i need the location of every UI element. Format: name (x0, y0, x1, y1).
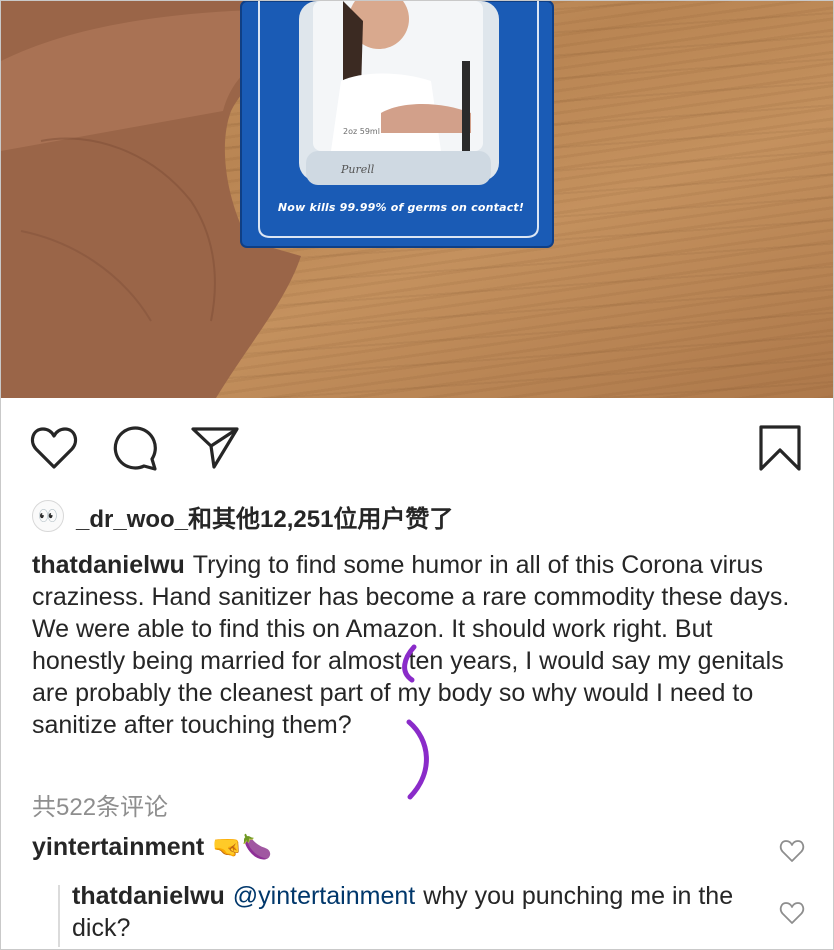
package-caption: Now kills 99.99% of germs on contact! (277, 201, 525, 214)
caption-username[interactable]: thatdanielwu (32, 551, 185, 579)
svg-text:Purell: Purell (340, 163, 375, 176)
post-photo[interactable]: Purell 2oz 59ml Now kills 99.99% of germ… (1, 1, 833, 398)
liker-avatar[interactable]: 👀 (32, 500, 64, 532)
comment-bubble-icon[interactable] (111, 426, 159, 472)
reply-username[interactable]: thatdanielwu (72, 882, 225, 910)
bookmark-icon[interactable] (758, 424, 802, 472)
view-all-comments-link[interactable]: 共522条评论 (32, 787, 168, 822)
paper-plane-icon[interactable] (190, 426, 240, 470)
small-heart-icon[interactable] (779, 839, 805, 868)
likes-summary[interactable]: 👀 _dr_woo_和其他12,251位用户赞了 (32, 499, 453, 534)
reply-mention[interactable]: @yintertainment (233, 882, 415, 910)
post-action-bar (0, 398, 834, 488)
bottle-size-label: 2oz 59ml (343, 127, 380, 136)
post-caption: thatdanielwu Trying to find some humor in… (32, 549, 802, 741)
likes-text[interactable]: _dr_woo_和其他12,251位用户赞了 (76, 499, 453, 534)
heart-icon[interactable] (30, 426, 78, 470)
caption-text: Trying to find some humor in all of this… (32, 551, 790, 739)
photo-illustration: Purell (1, 1, 554, 398)
comment-item: yintertainment 🤜🍆 (32, 833, 272, 862)
reply-thread-line (58, 885, 60, 947)
small-heart-icon[interactable] (779, 901, 805, 930)
reply-item: thatdanielwu @yintertainment why you punch… (72, 880, 752, 944)
comment-emojis: 🤜🍆 (212, 834, 273, 861)
comment-username[interactable]: yintertainment (32, 833, 204, 862)
